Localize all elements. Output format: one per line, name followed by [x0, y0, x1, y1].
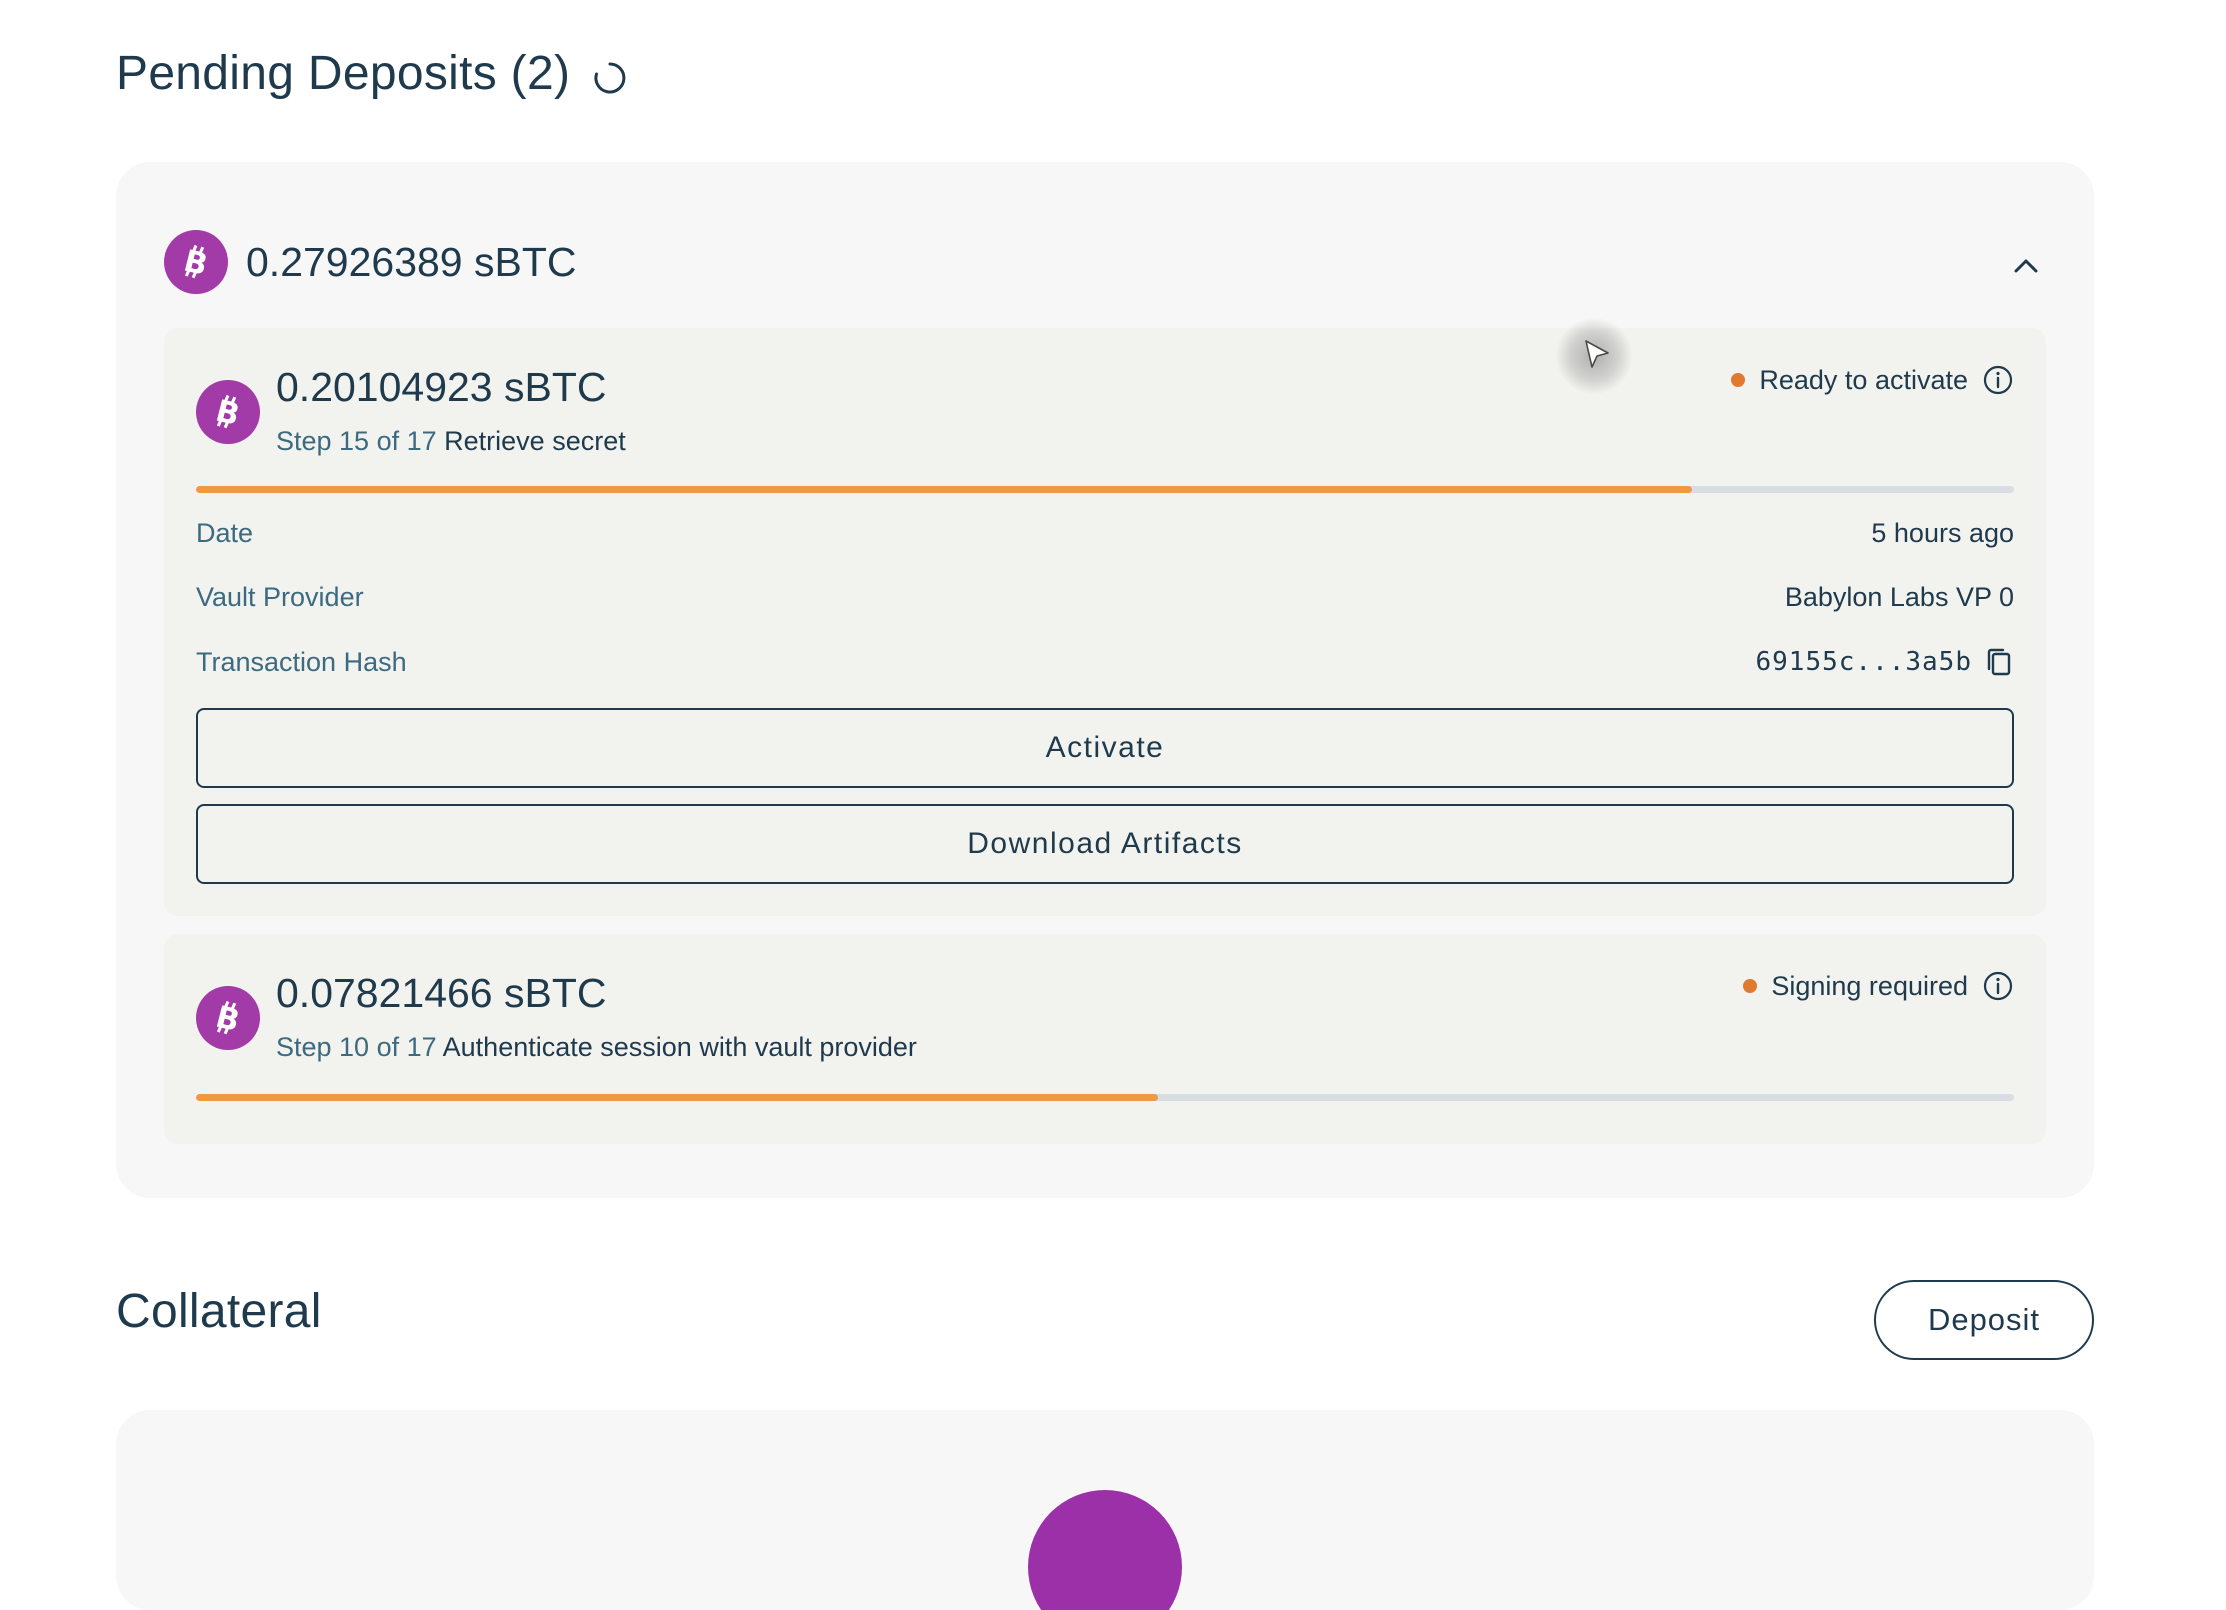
detail-label: Transaction Hash: [196, 646, 407, 677]
deposit-step: Step 15 of 17 Retrieve secret: [276, 426, 626, 457]
activate-button[interactable]: Activate: [196, 708, 2014, 788]
transaction-hash-value: 69155c...3a5b: [1756, 646, 2015, 678]
info-icon[interactable]: [1982, 970, 2014, 1002]
deposit-button[interactable]: Deposit: [1874, 1280, 2094, 1360]
step-description: Retrieve secret: [444, 426, 626, 456]
loading-spinner-icon: [594, 62, 626, 94]
deposit-status: Signing required: [1743, 970, 2014, 1002]
deposit-amount: 0.20104923 sBTC: [276, 364, 607, 410]
deposit-progress-bar: [196, 1094, 2014, 1101]
step-description: Authenticate session with vault provider: [442, 1032, 917, 1062]
collateral-card: [116, 1410, 2094, 1610]
step-counter: Step 15 of 17: [276, 426, 437, 456]
group-header[interactable]: B 0.27926389 sBTC: [164, 230, 577, 294]
copy-icon[interactable]: [1984, 646, 2014, 678]
detail-row-vault-provider: Vault Provider Babylon Labs VP 0: [196, 582, 2014, 613]
detail-row-date: Date 5 hours ago: [196, 518, 2014, 549]
detail-label: Date: [196, 518, 254, 548]
status-dot: [1743, 979, 1758, 993]
transaction-hash: 69155c...3a5b: [1755, 647, 1972, 677]
bitcoin-icon: [1028, 1490, 1182, 1610]
step-counter: Step 10 of 17: [276, 1032, 437, 1062]
status-text: Ready to activate: [1759, 364, 1968, 395]
bitcoin-icon: B: [164, 230, 228, 294]
status-text: Signing required: [1771, 970, 1968, 1001]
detail-value: 5 hours ago: [1871, 518, 2014, 548]
download-artifacts-button[interactable]: Download Artifacts: [196, 804, 2014, 884]
deposit-item: B 0.20104923 sBTC Step 15 of 17 Retrieve…: [164, 328, 2046, 916]
deposit-step: Step 10 of 17 Authenticate session with …: [276, 1032, 917, 1063]
pending-deposits-title: Pending Deposits (2): [116, 47, 571, 100]
collateral-title: Collateral: [116, 1285, 322, 1338]
pending-deposits-group-card: B 0.27926389 sBTC B 0.20104923 sBTC Step…: [116, 162, 2094, 1198]
progress-fill: [196, 486, 1693, 493]
detail-value: Babylon Labs VP 0: [1784, 582, 2014, 612]
progress-fill: [196, 1094, 1158, 1101]
deposit-item: B 0.07821466 sBTC Step 10 of 17 Authenti…: [164, 934, 2046, 1144]
group-total-amount: 0.27926389 sBTC: [246, 238, 577, 285]
deposit-status: Ready to activate: [1731, 364, 2014, 396]
chevron-up-icon[interactable]: [2010, 250, 2042, 282]
cursor-pointer-icon: [1556, 318, 1632, 394]
info-icon[interactable]: [1982, 364, 2014, 396]
detail-row-transaction-hash: Transaction Hash 69155c...3a5b: [196, 646, 2014, 678]
detail-label: Vault Provider: [196, 582, 364, 612]
deposit-amount: 0.07821466 sBTC: [276, 970, 607, 1016]
bitcoin-icon: B: [196, 380, 260, 444]
deposit-progress-bar: [196, 486, 2014, 493]
status-dot: [1731, 373, 1746, 387]
bitcoin-icon: B: [196, 986, 260, 1050]
